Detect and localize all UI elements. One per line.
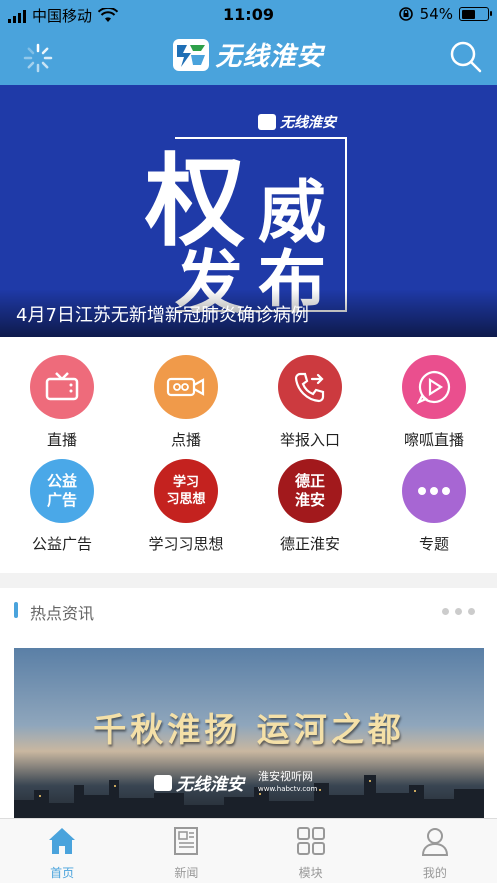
news-logo-icon <box>154 774 172 791</box>
battery-icon <box>459 7 492 21</box>
hot-news-header: 热点资讯 <box>0 588 497 632</box>
app-title: 无线淮安 <box>215 42 324 72</box>
feature-icon-text: 公益 广告 <box>47 472 77 510</box>
banner-mini-logo: 无线淮安 <box>258 112 336 132</box>
feature-icon-text: 学习 习思想 <box>166 474 205 508</box>
tv-icon <box>45 372 79 401</box>
orientation-lock-icon <box>398 7 413 21</box>
banner-logo-icon <box>258 114 276 130</box>
headline-banner[interactable]: 无线淮安 权 威 发 布 4月7日江苏无新增新冠肺炎确诊病例 <box>0 85 497 337</box>
news-card[interactable]: 千秋淮扬 运河之都 无线淮安 淮安视听网 www.habctv.com <box>0 632 497 820</box>
feature-topics-circle <box>402 459 466 523</box>
feature-label: 直播 <box>46 431 77 449</box>
newspaper-icon <box>174 827 199 855</box>
feature-vod-circle <box>154 355 218 419</box>
status-bar: 中国移动 11:09 54% <box>0 0 497 30</box>
feature-label: 学习习思想 <box>148 535 224 553</box>
feature-chagua-live[interactable]: 嚓呱直播 <box>372 355 496 450</box>
feature-vod[interactable]: 点播 <box>124 355 248 450</box>
feature-label: 点播 <box>170 431 201 449</box>
hot-news-title: 热点资讯 <box>30 604 95 623</box>
tab-modules[interactable]: 模块 <box>249 819 373 883</box>
news-headline: 千秋淮扬 运河之都 <box>93 710 405 749</box>
feature-icon-text-line: 广告 <box>46 491 77 509</box>
tab-home[interactable]: 首页 <box>0 819 124 883</box>
feature-topics[interactable]: 专题 <box>372 459 496 554</box>
more-dots-icon <box>418 487 450 495</box>
tab-label: 我的 <box>422 866 447 880</box>
top-navbar: 无线淮安 <box>0 30 497 85</box>
feature-label: 专题 <box>418 535 449 553</box>
feature-chagua-circle <box>402 355 466 419</box>
news-logo-wuxianhuaian: 无线淮安 <box>154 770 244 795</box>
feature-study[interactable]: 学习 习思想 学习习思想 <box>124 459 248 554</box>
feature-study-circle: 学习 习思想 <box>154 459 218 523</box>
feature-icon-text-line: 淮安 <box>294 491 325 509</box>
bottom-tab-bar: 首页 新闻 模块 我的 <box>0 818 497 883</box>
more-options-icon[interactable] <box>442 608 475 615</box>
battery-percent: 54% <box>419 5 453 23</box>
tab-mine[interactable]: 我的 <box>373 819 497 883</box>
feature-icon-text-line: 习思想 <box>166 492 206 507</box>
banner-caption: 4月7日江苏无新增新冠肺炎确诊病例 <box>0 289 497 337</box>
play-icon <box>416 370 451 405</box>
feature-report[interactable]: 举报入口 <box>248 355 372 450</box>
feature-label: 举报入口 <box>279 431 340 449</box>
feature-dezheng[interactable]: 德正 淮安 德正淮安 <box>248 459 372 554</box>
tab-news[interactable]: 新闻 <box>124 819 248 883</box>
feature-grid: 直播 点播 举报入口 嚓呱直播 公益 广告 公益广告 学习 习思想 学习习思想 … <box>0 337 497 573</box>
search-icon[interactable] <box>449 40 483 74</box>
app-logo: 无线淮安 <box>0 36 497 73</box>
video-camera-icon <box>166 377 205 397</box>
feature-live-circle <box>30 355 94 419</box>
feature-public-ads-circle: 公益 广告 <box>30 459 94 523</box>
feature-label: 德正淮安 <box>279 535 340 553</box>
tab-label: 模块 <box>298 866 323 880</box>
feature-report-circle <box>278 355 342 419</box>
feature-live[interactable]: 直播 <box>0 355 124 450</box>
grid-icon <box>296 827 325 855</box>
feature-icon-text-line: 公益 <box>46 472 77 490</box>
section-accent-bar <box>14 602 18 618</box>
home-icon <box>49 828 76 854</box>
status-right: 54% <box>398 5 492 23</box>
feature-dezheng-circle: 德正 淮安 <box>278 459 342 523</box>
app-logo-icon <box>173 38 210 71</box>
news-image[interactable]: 千秋淮扬 运河之都 无线淮安 淮安视听网 www.habctv.com <box>14 648 484 820</box>
feature-label: 嚓呱直播 <box>403 431 464 449</box>
feature-label: 公益广告 <box>31 535 92 553</box>
tab-label: 首页 <box>50 866 75 880</box>
phone-forward-icon <box>294 372 325 403</box>
news-logos: 无线淮安 淮安视听网 www.habctv.com <box>154 770 317 795</box>
feature-icon-text-line: 学习 <box>172 475 199 490</box>
feature-icon-text-line: 德正 <box>294 472 325 490</box>
user-icon <box>421 828 448 856</box>
feature-public-ads[interactable]: 公益 广告 公益广告 <box>0 459 124 554</box>
feature-icon-text: 德正 淮安 <box>295 472 325 510</box>
tab-label: 新闻 <box>174 866 199 880</box>
news-logo-habctv: 淮安视听网 www.habctv.com <box>258 769 318 793</box>
